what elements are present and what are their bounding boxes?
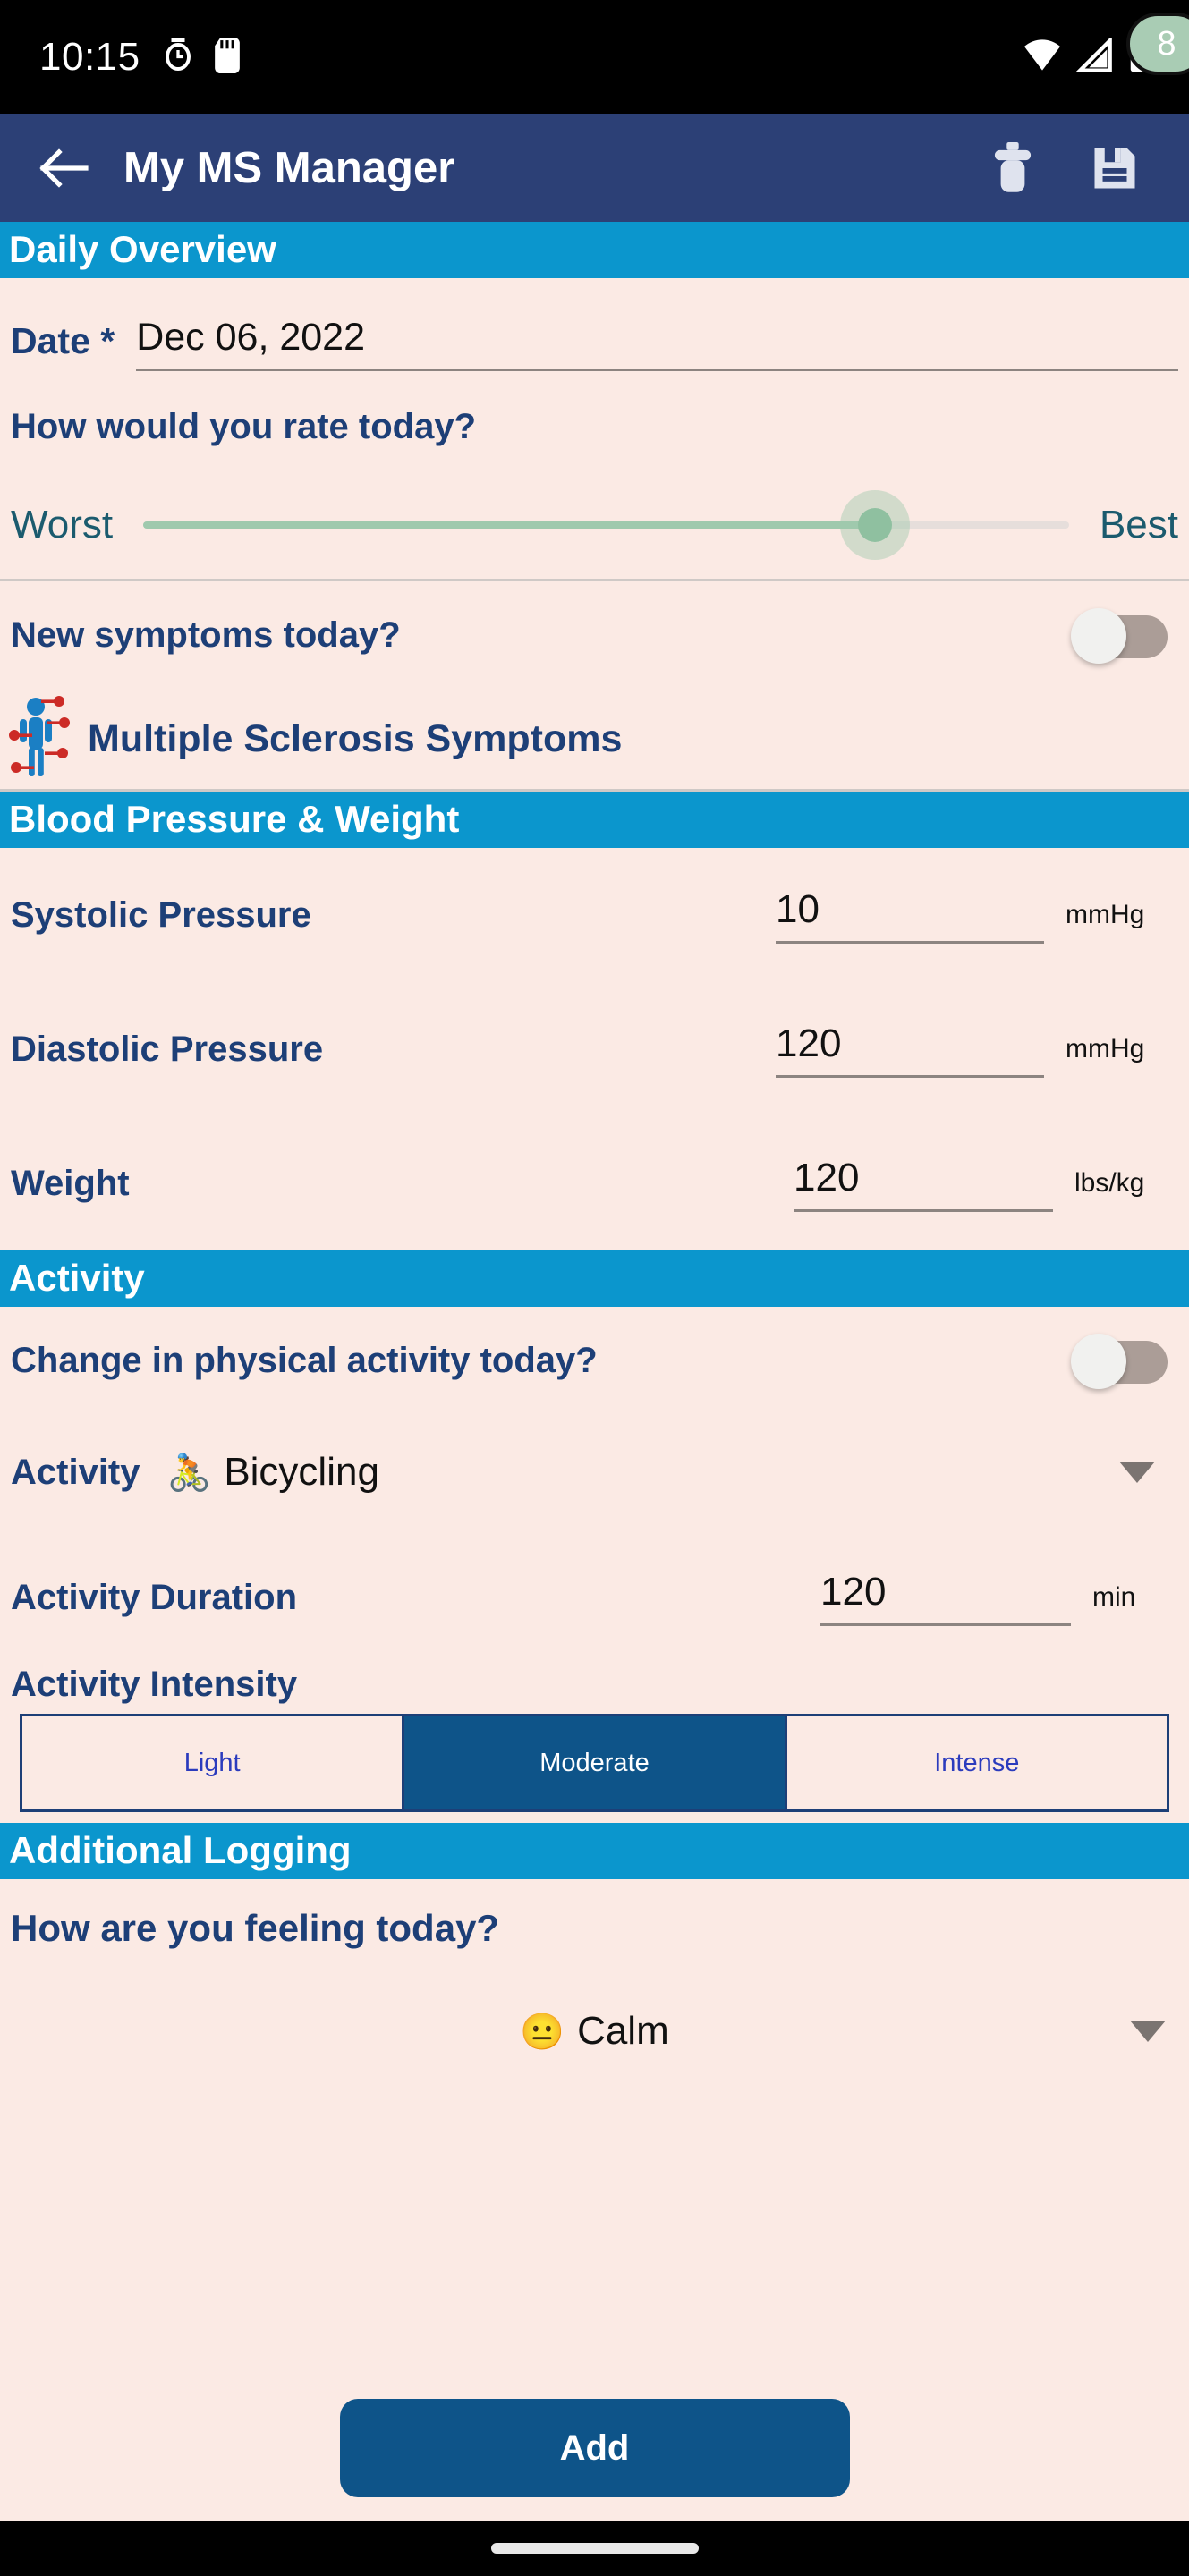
feeling-question-row: How are you feeling today? bbox=[0, 1879, 1189, 1978]
activity-duration-value: 120 bbox=[820, 1569, 887, 1614]
bicycle-icon: 🚴 bbox=[166, 1453, 212, 1493]
status-bar-left-icons bbox=[162, 37, 241, 78]
systolic-pressure-row: Systolic Pressure 10 mmHg bbox=[0, 848, 1189, 982]
rate-question-label: How would you rate today? bbox=[11, 406, 477, 446]
date-input[interactable]: Dec 06, 2022 bbox=[136, 316, 1178, 372]
app-bar: My MS Manager bbox=[0, 114, 1189, 222]
save-icon[interactable] bbox=[1089, 142, 1141, 194]
wifi-icon bbox=[1023, 38, 1062, 78]
chevron-down-icon[interactable] bbox=[1119, 1462, 1155, 1484]
rate-value-badge: 8 bbox=[1126, 13, 1189, 75]
rate-question-row: How would you rate today? 8 bbox=[0, 13, 1189, 471]
weight-row: Weight 120 lbs/kg bbox=[0, 1116, 1189, 1250]
rate-slider[interactable] bbox=[143, 490, 1069, 561]
activity-duration-row: Activity Duration 120 min bbox=[0, 1530, 1189, 1665]
systolic-pressure-unit: mmHg bbox=[1066, 900, 1145, 930]
activity-value: Bicycling bbox=[224, 1450, 379, 1495]
systolic-pressure-label: Systolic Pressure bbox=[11, 894, 311, 935]
intensity-option-light[interactable]: Light bbox=[22, 1716, 403, 1810]
activity-duration-input[interactable]: 120 bbox=[820, 1570, 1071, 1626]
diastolic-pressure-label: Diastolic Pressure bbox=[11, 1029, 324, 1069]
new-symptoms-toggle[interactable] bbox=[1071, 608, 1168, 665]
slider-max-label: Best bbox=[1099, 503, 1178, 547]
slider-min-label: Worst bbox=[11, 503, 114, 547]
diastolic-pressure-row: Diastolic Pressure 120 mmHg bbox=[0, 982, 1189, 1116]
phone-screen: 10:15 My MS Manager Daily Overview Date … bbox=[0, 0, 1189, 2576]
symptoms-link-row[interactable]: Multiple Sclerosis Symptoms bbox=[0, 689, 1189, 789]
activity-dropdown-row[interactable]: Activity 🚴 Bicycling bbox=[0, 1414, 1189, 1530]
weight-input[interactable]: 120 bbox=[794, 1156, 1053, 1212]
activity-intensity-segmented-control: Light Moderate Intense bbox=[20, 1714, 1169, 1813]
cellular-signal-icon bbox=[1075, 35, 1114, 78]
intensity-option-moderate[interactable]: Moderate bbox=[402, 1716, 785, 1810]
activity-intensity-label: Activity Intensity bbox=[11, 1665, 298, 1705]
rate-slider-row[interactable]: Worst Best bbox=[0, 471, 1189, 579]
systolic-pressure-input[interactable]: 10 bbox=[776, 887, 1044, 944]
page-title: My MS Manager bbox=[123, 144, 455, 192]
slider-fill bbox=[143, 521, 875, 530]
back-button[interactable] bbox=[36, 140, 93, 197]
sd-card-icon bbox=[214, 37, 241, 78]
section-header-blood-pressure-weight: Blood Pressure & Weight bbox=[0, 792, 1189, 849]
new-symptoms-row: New symptoms today? bbox=[0, 581, 1189, 689]
section-header-activity: Activity bbox=[0, 1250, 1189, 1308]
change-activity-label: Change in physical activity today? bbox=[11, 1340, 598, 1380]
status-bar: 10:15 bbox=[0, 0, 1189, 114]
alarm-icon bbox=[162, 38, 194, 78]
toggle-thumb bbox=[1071, 608, 1126, 665]
diastolic-pressure-input[interactable]: 120 bbox=[776, 1021, 1044, 1078]
change-activity-toggle[interactable] bbox=[1071, 1334, 1168, 1390]
ms-symptoms-link[interactable]: Multiple Sclerosis Symptoms bbox=[88, 717, 622, 761]
date-value: Dec 06, 2022 bbox=[136, 316, 366, 360]
change-activity-row: Change in physical activity today? bbox=[0, 1307, 1189, 1414]
weight-unit: lbs/kg bbox=[1074, 1168, 1145, 1199]
activity-label: Activity bbox=[11, 1452, 140, 1492]
feeling-question-label: How are you feeling today? bbox=[11, 1907, 500, 1950]
navigation-bar bbox=[0, 2521, 1189, 2576]
section-header-additional-logging: Additional Logging bbox=[0, 1823, 1189, 1880]
chevron-down-icon[interactable] bbox=[1130, 2021, 1166, 2043]
status-bar-clock: 10:15 bbox=[39, 35, 140, 79]
mood-value: Calm bbox=[577, 2009, 669, 2054]
neutral-face-icon: 😐 bbox=[520, 2012, 565, 2052]
add-button[interactable]: Add bbox=[339, 2399, 850, 2497]
app-bar-actions bbox=[987, 142, 1153, 194]
ms-symptoms-icon bbox=[9, 695, 77, 783]
diastolic-pressure-unit: mmHg bbox=[1066, 1034, 1145, 1064]
delete-icon[interactable] bbox=[987, 142, 1039, 194]
section-header-daily-overview: Daily Overview bbox=[0, 222, 1189, 279]
intensity-option-intense[interactable]: Intense bbox=[784, 1716, 1167, 1810]
weight-label: Weight bbox=[11, 1163, 130, 1203]
activity-duration-label: Activity Duration bbox=[11, 1577, 298, 1617]
slider-thumb[interactable] bbox=[857, 508, 892, 543]
date-row[interactable]: Date * Dec 06, 2022 bbox=[0, 278, 1189, 382]
home-indicator[interactable] bbox=[490, 2543, 699, 2554]
mood-dropdown-row[interactable]: 😐 Calm bbox=[0, 1978, 1189, 2085]
systolic-pressure-value: 10 bbox=[776, 886, 820, 931]
activity-duration-unit: min bbox=[1092, 1582, 1136, 1613]
date-label: Date * bbox=[11, 320, 115, 362]
toggle-thumb bbox=[1071, 1334, 1126, 1390]
diastolic-pressure-value: 120 bbox=[776, 1021, 842, 1065]
new-symptoms-label: New symptoms today? bbox=[11, 614, 401, 655]
mood-dropdown[interactable]: 😐 Calm bbox=[520, 2009, 669, 2054]
weight-value: 120 bbox=[794, 1155, 860, 1199]
